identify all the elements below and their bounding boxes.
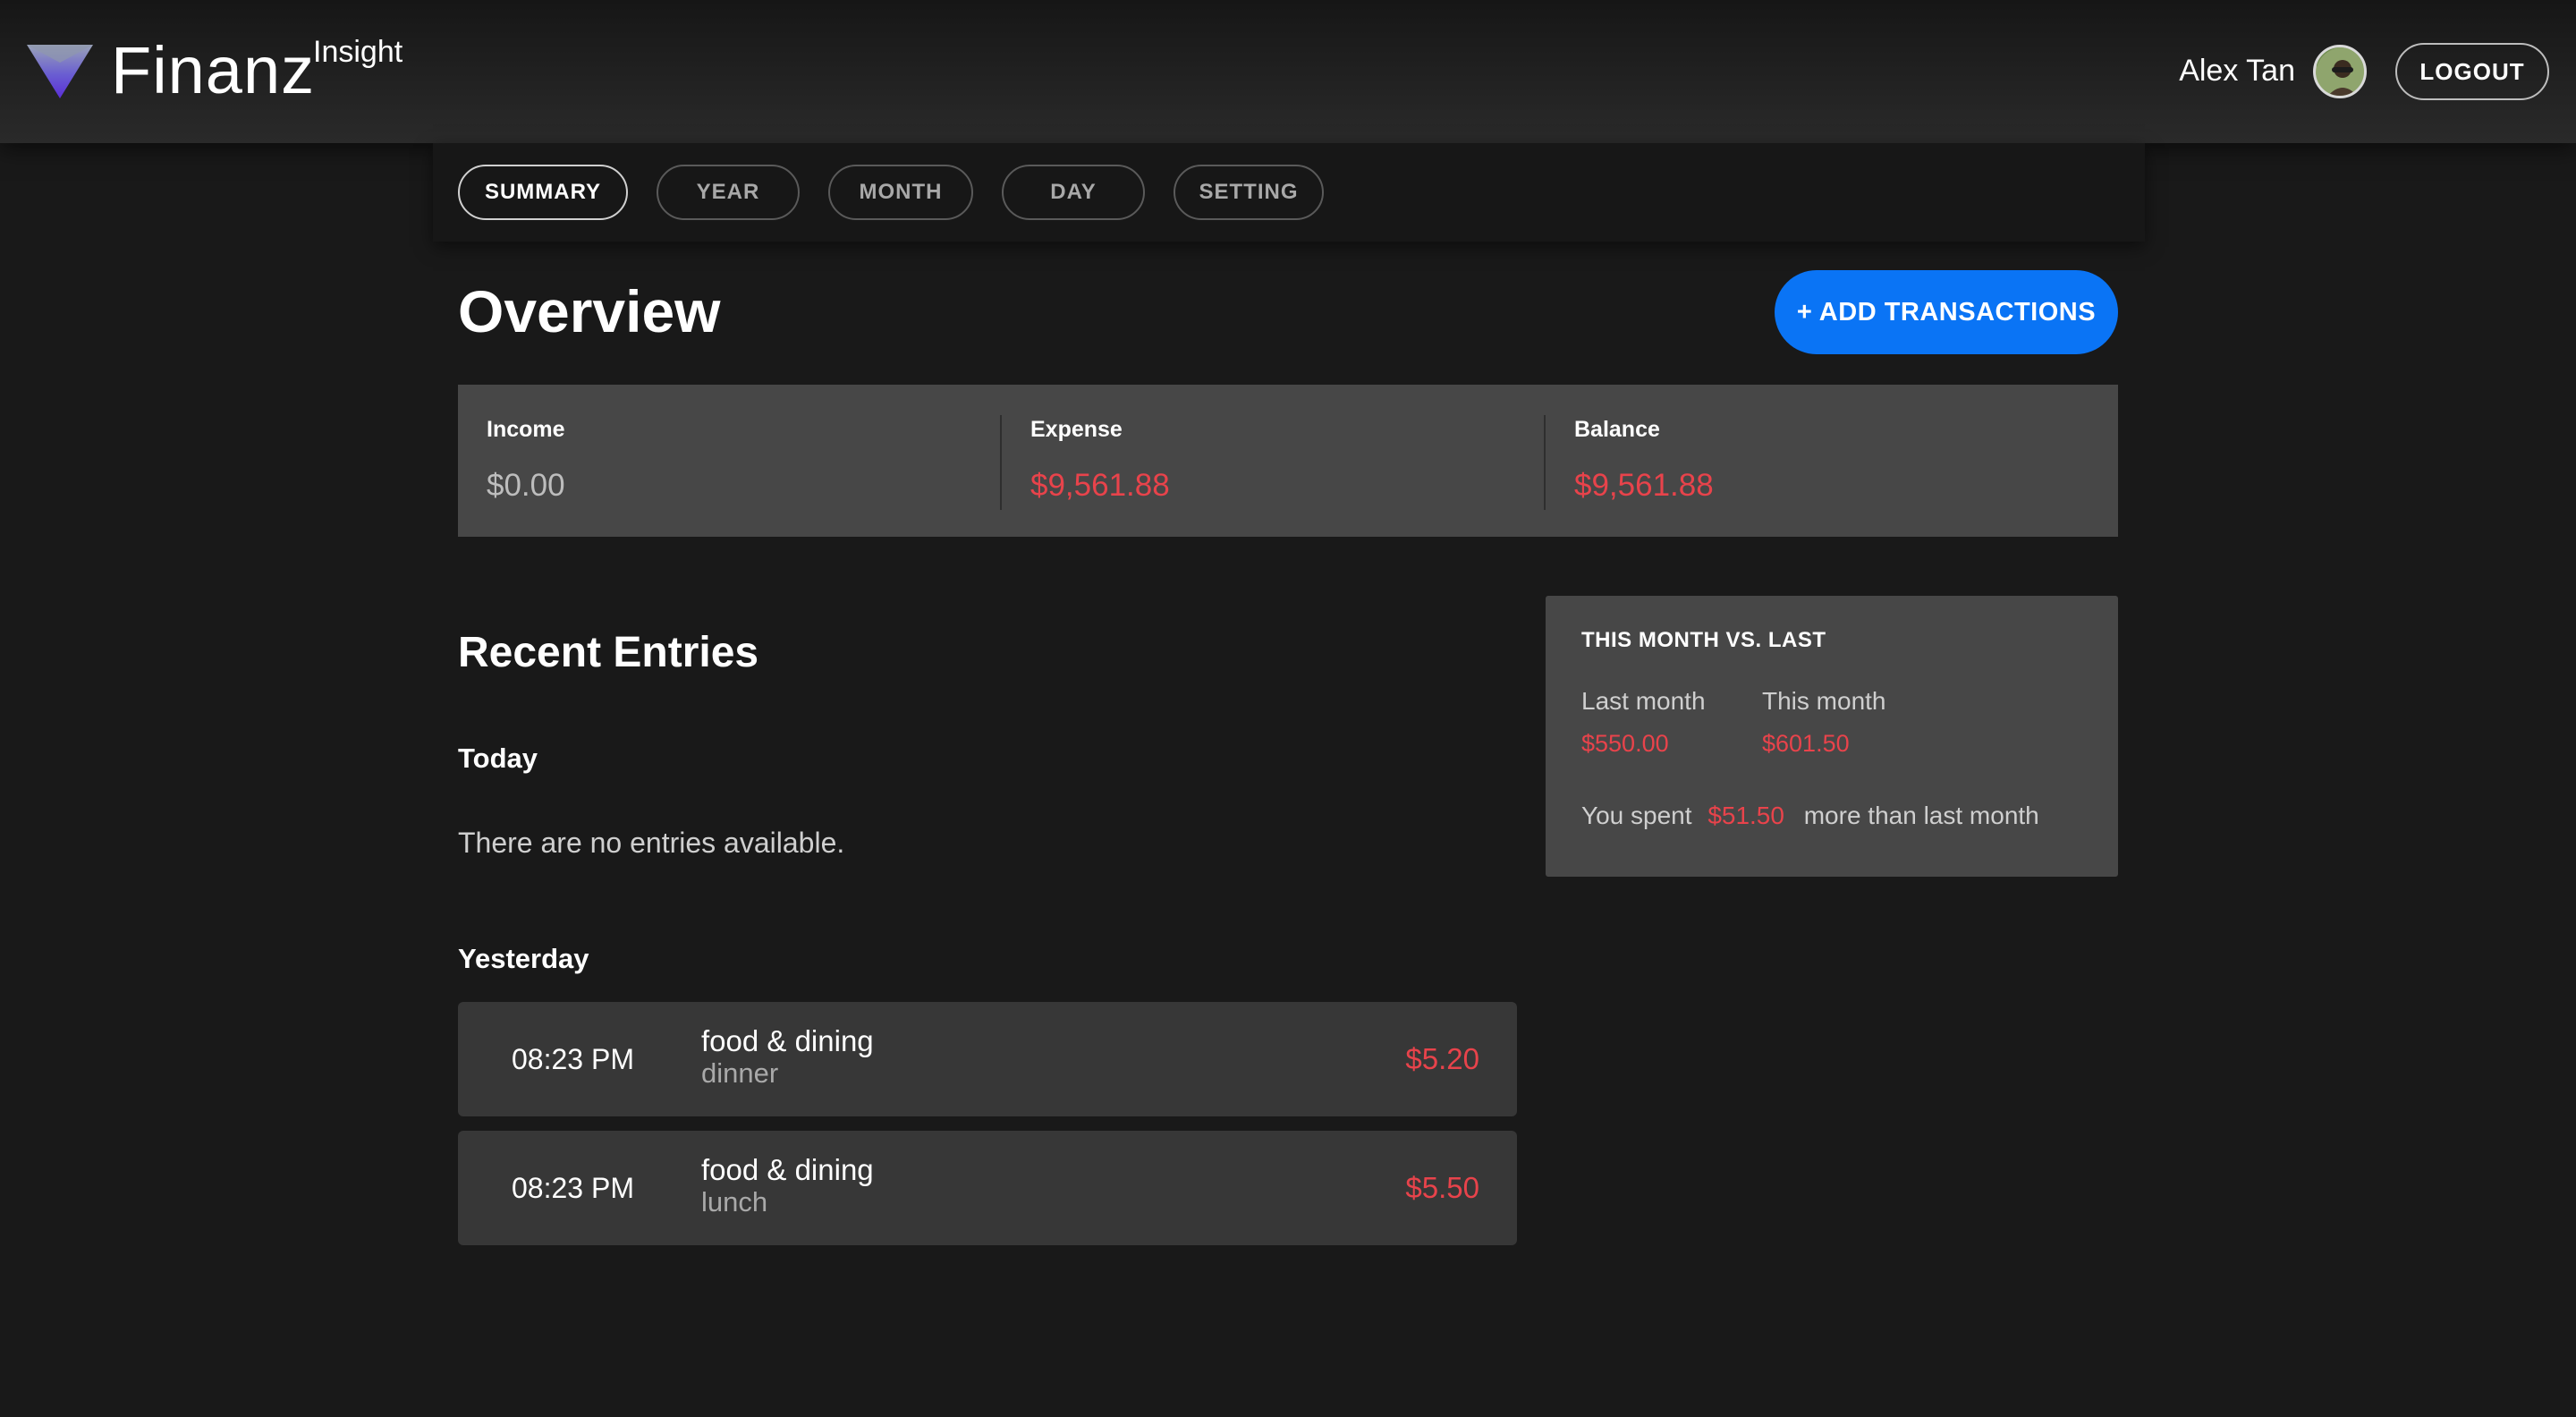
month-comparison-card: THIS MONTH VS. LAST Last month $550.00 T… [1546, 596, 2118, 877]
list-item[interactable]: 08:23 PM food & dining dinner $5.20 [458, 1002, 1517, 1116]
avatar[interactable] [2313, 45, 2367, 98]
top-bar: Finanz Insight Alex Tan LOGOUT [0, 0, 2576, 143]
last-month-label: Last month [1581, 687, 1706, 715]
tab-summary[interactable]: SUMMARY [458, 165, 628, 220]
empty-message: There are no entries available. [458, 827, 845, 859]
last-month-value: $550.00 [1581, 730, 1669, 757]
tab-day[interactable]: DAY [1002, 165, 1145, 220]
tab-bar: SUMMARY YEAR MONTH DAY SETTING [433, 143, 2145, 242]
group-yesterday-title: Yesterday [458, 943, 589, 974]
balance-value: $9,561.88 [1574, 468, 1714, 503]
stat-label: Balance [1574, 417, 1660, 442]
add-transactions-button[interactable]: + ADD TRANSACTIONS [1775, 270, 2118, 354]
comparison-summary: You spent $51.50 more than last month [1581, 802, 2039, 830]
entry-category: food & dining [701, 1024, 874, 1057]
entry-time: 08:23 PM [512, 1043, 634, 1075]
expense-value: $9,561.88 [1030, 468, 1170, 503]
logout-button[interactable]: LOGOUT [2395, 43, 2549, 100]
page-title: Overview [458, 278, 721, 344]
tab-setting[interactable]: SETTING [1174, 165, 1324, 220]
this-month-label: This month [1762, 687, 1886, 715]
entry-note: lunch [701, 1186, 768, 1218]
tab-month[interactable]: MONTH [828, 165, 973, 220]
brand-subtitle: Insight [313, 35, 403, 69]
avatar-photo-icon [2316, 47, 2364, 96]
entry-note: dinner [701, 1057, 779, 1089]
entry-amount: $5.50 [1405, 1171, 1479, 1204]
stat-expense: Expense $9,561.88 [1002, 385, 1546, 537]
summary-prefix: You spent [1581, 802, 1692, 829]
entry-amount: $5.20 [1405, 1042, 1479, 1075]
group-today-title: Today [458, 742, 538, 774]
entry-category: food & dining [701, 1153, 874, 1186]
stat-label: Expense [1030, 417, 1123, 442]
summary-suffix: more than last month [1803, 802, 2039, 829]
list-item[interactable]: 08:23 PM food & dining lunch $5.50 [458, 1131, 1517, 1245]
summary-amount: $51.50 [1707, 802, 1784, 829]
logo-icon [27, 45, 93, 98]
stat-balance: Balance $9,561.88 [1546, 385, 2089, 537]
brand-name[interactable]: Finanz [111, 32, 315, 109]
entry-time: 08:23 PM [512, 1172, 634, 1204]
this-month-value: $601.50 [1762, 730, 1850, 757]
recent-entries-title: Recent Entries [458, 629, 759, 676]
stat-label: Income [487, 417, 565, 442]
stats-panel: Income $0.00 Expense $9,561.88 Balance $… [458, 385, 2118, 537]
comparison-title: THIS MONTH VS. LAST [1581, 628, 1826, 652]
stat-income: Income $0.00 [458, 385, 1002, 537]
tab-year[interactable]: YEAR [657, 165, 800, 220]
income-value: $0.00 [487, 468, 565, 503]
user-name: Alex Tan [2179, 54, 2295, 88]
